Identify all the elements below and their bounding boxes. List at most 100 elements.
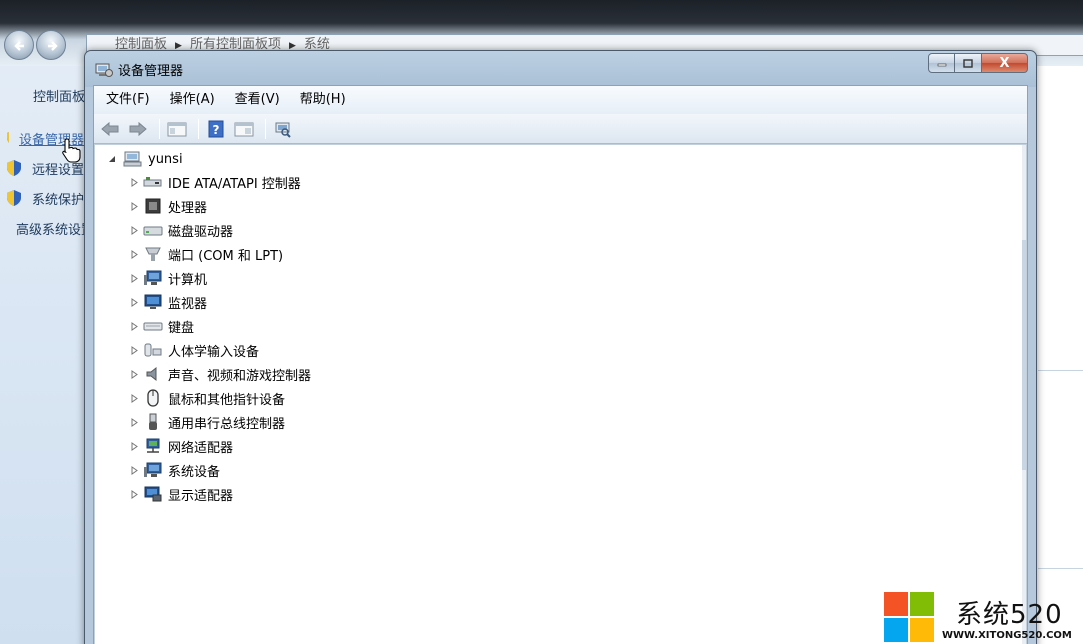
tree-item[interactable]: 声音、视频和游戏控制器 bbox=[129, 363, 311, 385]
properties-view-icon bbox=[167, 122, 187, 136]
divider bbox=[1038, 370, 1083, 371]
menu-bar: 文件(F) 操作(A) 查看(V) 帮助(H) bbox=[94, 86, 1027, 114]
forward-button[interactable] bbox=[126, 118, 150, 140]
expand-arrow-icon[interactable] bbox=[129, 249, 139, 259]
menu-action[interactable]: 操作(A) bbox=[164, 86, 221, 114]
tree-item[interactable]: 处理器 bbox=[129, 195, 207, 217]
tree-item[interactable]: 磁盘驱动器 bbox=[129, 219, 233, 241]
forward-arrow-icon bbox=[48, 41, 58, 51]
window-title: 设备管理器 bbox=[118, 64, 184, 79]
tree-item[interactable]: 端口 (COM 和 LPT) bbox=[129, 243, 283, 265]
tree-item[interactable]: 键盘 bbox=[129, 315, 194, 337]
divider bbox=[1038, 568, 1083, 569]
toolbar-separator bbox=[159, 118, 160, 139]
tree-item[interactable]: 人体学输入设备 bbox=[129, 339, 259, 361]
tree-item-label: 磁盘驱动器 bbox=[168, 224, 234, 240]
minimize-button[interactable] bbox=[928, 53, 955, 73]
menu-file[interactable]: 文件(F) bbox=[100, 86, 156, 114]
svg-text:?: ? bbox=[213, 123, 220, 137]
sidebar-heading[interactable]: 控制面板主页 bbox=[33, 86, 84, 105]
network-adapter-icon bbox=[143, 437, 163, 455]
menu-help[interactable]: 帮助(H) bbox=[294, 86, 352, 114]
expand-arrow-icon[interactable] bbox=[129, 369, 139, 379]
sidebar-link-label: 系统保护 bbox=[31, 192, 84, 208]
expand-arrow-icon[interactable] bbox=[129, 297, 139, 307]
keyboard-icon bbox=[143, 317, 163, 335]
expand-arrow-icon[interactable] bbox=[129, 465, 139, 475]
mouse-icon bbox=[143, 389, 163, 407]
toolbar-separator bbox=[265, 118, 266, 139]
maximize-button[interactable] bbox=[955, 53, 982, 73]
tree-item[interactable]: 显示适配器 bbox=[129, 483, 233, 505]
expand-arrow-icon[interactable] bbox=[129, 393, 139, 403]
tree-item-label: 鼠标和其他指针设备 bbox=[168, 392, 286, 408]
expand-arrow-icon[interactable] bbox=[129, 345, 139, 355]
computer-icon bbox=[123, 150, 143, 168]
device-tree: yunsi IDE ATA/ATAPI 控制器 处理器 磁盘驱动器 端口 (CO… bbox=[94, 144, 1027, 644]
device-manager-titlebar[interactable]: 设备管理器 X bbox=[85, 51, 1036, 85]
help-icon: ? bbox=[208, 120, 224, 137]
tree-item[interactable]: 计算机 bbox=[129, 267, 207, 289]
watermark-text: 系统520 bbox=[956, 600, 1063, 630]
sidebar-link-advanced-settings[interactable]: 高级系统设置 bbox=[6, 218, 84, 238]
tree-item[interactable]: IDE ATA/ATAPI 控制器 bbox=[129, 171, 301, 193]
monitor-icon bbox=[143, 293, 163, 311]
collapse-arrow-icon[interactable] bbox=[107, 154, 117, 164]
tree-root[interactable]: yunsi bbox=[107, 149, 183, 169]
close-button[interactable]: X bbox=[982, 53, 1028, 73]
scan-hardware-button[interactable] bbox=[271, 118, 295, 140]
tree-item[interactable]: 网络适配器 bbox=[129, 435, 233, 457]
close-icon: X bbox=[999, 55, 1010, 71]
scan-hardware-icon bbox=[275, 122, 291, 138]
tree-item-label: 网络适配器 bbox=[168, 440, 234, 456]
watermark: 系统520 WWW.XITONG520.COM bbox=[884, 592, 1083, 644]
properties-view-button[interactable] bbox=[165, 118, 189, 140]
system-device-icon bbox=[143, 461, 163, 479]
hid-icon bbox=[143, 341, 163, 359]
device-manager-icon bbox=[95, 63, 113, 77]
tree-item-label: 端口 (COM 和 LPT) bbox=[168, 248, 284, 264]
shield-icon bbox=[7, 190, 21, 206]
control-panel-right-area bbox=[1038, 66, 1083, 644]
tree-item[interactable]: 监视器 bbox=[129, 291, 207, 313]
expand-arrow-icon[interactable] bbox=[129, 177, 139, 187]
list-view-icon bbox=[234, 122, 254, 136]
expand-arrow-icon[interactable] bbox=[129, 489, 139, 499]
windows-logo-icon bbox=[884, 592, 935, 642]
tree-item-label: 显示适配器 bbox=[168, 488, 234, 504]
expand-arrow-icon[interactable] bbox=[129, 321, 139, 331]
forward-button[interactable] bbox=[36, 30, 66, 60]
display-adapter-icon bbox=[143, 485, 163, 503]
tree-item[interactable]: 系统设备 bbox=[129, 459, 220, 481]
watermark-url: WWW.XITONG520.COM bbox=[942, 630, 1072, 641]
tree-item[interactable]: 鼠标和其他指针设备 bbox=[129, 387, 285, 409]
maximize-icon bbox=[963, 58, 973, 68]
hand-cursor-icon bbox=[62, 138, 81, 163]
tree-item[interactable]: 通用串行总线控制器 bbox=[129, 411, 285, 433]
back-button[interactable] bbox=[4, 30, 34, 60]
back-arrow-icon bbox=[14, 41, 24, 51]
expand-arrow-icon[interactable] bbox=[129, 441, 139, 451]
expand-arrow-icon[interactable] bbox=[129, 417, 139, 427]
port-icon bbox=[143, 245, 163, 263]
forward-arrow-icon bbox=[129, 121, 147, 136]
back-button[interactable] bbox=[98, 118, 122, 140]
device-manager-client: 文件(F) 操作(A) 查看(V) 帮助(H) ? yunsi IDE ATA/… bbox=[93, 85, 1028, 644]
disk-drive-icon bbox=[143, 221, 163, 239]
list-view-button[interactable] bbox=[232, 118, 256, 140]
menu-view[interactable]: 查看(V) bbox=[229, 86, 286, 114]
vertical-scrollbar[interactable] bbox=[1022, 145, 1026, 644]
expand-arrow-icon[interactable] bbox=[129, 273, 139, 283]
help-button[interactable]: ? bbox=[204, 118, 228, 140]
minimize-icon bbox=[937, 63, 946, 67]
tree-item-label: 通用串行总线控制器 bbox=[168, 416, 286, 432]
expand-arrow-icon[interactable] bbox=[129, 225, 139, 235]
tree-root-label: yunsi bbox=[148, 151, 183, 167]
tree-item-label: 人体学输入设备 bbox=[168, 344, 260, 360]
back-arrow-icon bbox=[101, 121, 119, 136]
shield-icon bbox=[7, 160, 21, 176]
tree-item-label: 键盘 bbox=[168, 320, 195, 336]
sidebar-link-system-protection[interactable]: 系统保护 bbox=[6, 188, 84, 208]
scrollbar-thumb[interactable] bbox=[1022, 240, 1026, 470]
expand-arrow-icon[interactable] bbox=[129, 201, 139, 211]
